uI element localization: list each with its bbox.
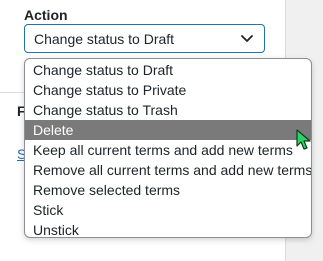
screen: Action Change status to Draft F S Change… [0, 0, 323, 261]
option-unstick[interactable]: Unstick [25, 220, 311, 237]
option-delete[interactable]: Delete [25, 120, 311, 140]
chevron-down-icon [241, 35, 253, 42]
action-select[interactable]: Change status to Draft [24, 24, 265, 53]
option-stick[interactable]: Stick [25, 200, 311, 220]
option-remove-selected-terms[interactable]: Remove selected terms [25, 180, 311, 200]
option-change-status-draft[interactable]: Change status to Draft [25, 60, 311, 80]
action-select-value: Change status to Draft [34, 31, 175, 47]
option-keep-terms-add-new[interactable]: Keep all current terms and add new terms [25, 140, 311, 160]
option-remove-terms-add-new[interactable]: Remove all current terms and add new ter… [25, 160, 311, 180]
option-change-status-trash[interactable]: Change status to Trash [25, 100, 311, 120]
action-dropdown-list: Change status to Draft Change status to … [24, 58, 312, 238]
option-change-status-private[interactable]: Change status to Private [25, 80, 311, 100]
action-label: Action [24, 7, 68, 23]
